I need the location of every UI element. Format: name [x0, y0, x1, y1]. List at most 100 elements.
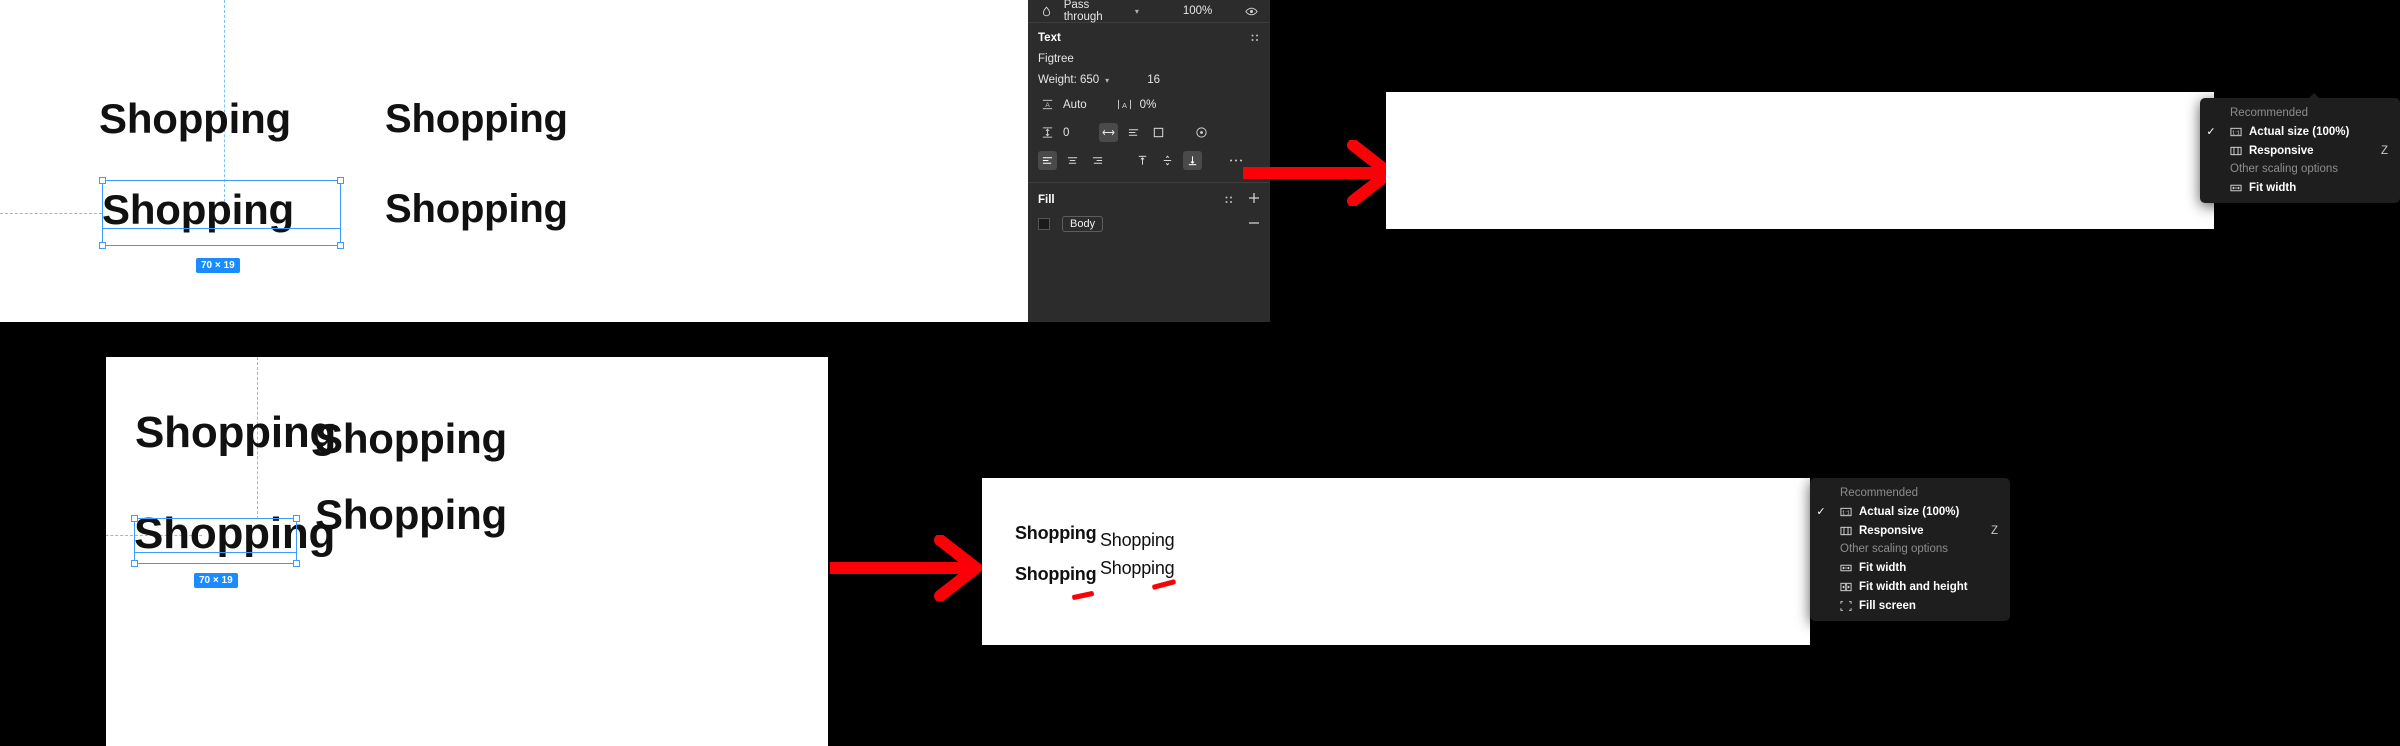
paragraph-spacing-row[interactable]: 0 [1038, 123, 1260, 142]
canvas-text-middle-right[interactable]: Shopping [315, 491, 507, 539]
selection-bounding-box[interactable] [131, 515, 300, 567]
svg-text:1:1: 1:1 [2232, 130, 2240, 136]
resize-handle-top-left[interactable] [131, 515, 138, 522]
font-weight-value[interactable]: Weight: 650 [1038, 74, 1099, 86]
preview-bottom-text-2: Shopping [1100, 530, 1175, 550]
menu-item-label: Responsive [1859, 524, 1924, 537]
menu-item-label: Fit width [1859, 561, 1907, 574]
menu-item-responsive-bottom[interactable]: Responsive Z [1810, 521, 2010, 540]
canvas-text-top-left[interactable]: Shopping [99, 95, 291, 143]
preview-bottom-text-1: Shopping [1015, 523, 1097, 543]
canvas-text-top-right[interactable]: Shopping [315, 415, 507, 463]
screenshot-root: Shopping Shopping Shopping Shopping 70 ×… [0, 0, 2400, 746]
fill-section: Fill Body [1028, 183, 1270, 244]
selection-baseline [103, 228, 340, 229]
menu-item-fit-width-bottom[interactable]: Fit width [1810, 558, 2010, 577]
align-left-icon[interactable] [1038, 151, 1057, 170]
chevron-down-icon-weight[interactable]: ▾ [1105, 76, 1109, 85]
fit-width-height-icon [1839, 580, 1852, 593]
letter-spacing-value[interactable]: 0% [1140, 99, 1157, 111]
selection-dimension-badge: 70 × 19 [196, 258, 240, 273]
remove-fill-icon[interactable] [1248, 217, 1260, 232]
paragraph-spacing-value[interactable]: 0 [1063, 127, 1069, 139]
fill-settings-dots-icon[interactable] [1224, 195, 1234, 205]
fill-style-chip[interactable]: Body [1062, 216, 1104, 232]
resize-handle-top-right[interactable] [293, 515, 300, 522]
text-alignment-row[interactable] [1038, 151, 1260, 170]
chevron-down-icon[interactable]: ▾ [1135, 7, 1139, 16]
menu-item-fit-width-and-height-bottom[interactable]: Fit width and height [1810, 577, 2010, 596]
resize-handle-bottom-right[interactable] [293, 560, 300, 567]
canvas-text-top-right[interactable]: Shopping [385, 97, 568, 142]
resize-auto-width-icon[interactable] [1099, 123, 1119, 142]
font-weight-size-row[interactable]: Weight: 650 ▾ 16 [1038, 74, 1260, 86]
figma-canvas-bottom[interactable]: Shopping Shopping Shopping Shopping 70 ×… [106, 357, 828, 746]
line-height-icon: A [1038, 95, 1057, 114]
actual-size-icon: 1:1 [1839, 505, 1852, 518]
selection-bounding-box[interactable] [99, 177, 344, 249]
line-height-letterspacing-row[interactable]: A Auto A 0% [1038, 95, 1260, 114]
menu-item-shortcut: Z [2380, 144, 2388, 157]
fill-section-header: Fill [1038, 192, 1260, 207]
check-icon: ✓ [2206, 126, 2216, 138]
resize-handle-bottom-left[interactable] [131, 560, 138, 567]
resize-fixed-icon[interactable] [1149, 123, 1168, 142]
align-top-icon[interactable] [1133, 151, 1152, 170]
menu-item-label: Actual size (100%) [2249, 125, 2350, 138]
fit-width-icon [2229, 181, 2242, 194]
red-annotation-mark-1 [1071, 590, 1095, 601]
blend-droplet-icon [1038, 2, 1056, 21]
menu-item-label: Fit width [2249, 181, 2297, 194]
canvas-text-top-left[interactable]: Shopping [135, 408, 336, 458]
scaling-menu-bottom[interactable]: Recommended ✓ 1:1 Actual size (100%) Res… [1810, 478, 2010, 621]
preview-panel-bottom[interactable]: Shopping Shopping Shopping Shopping [982, 478, 1810, 645]
red-arrow-bottom [830, 535, 986, 601]
responsive-icon [2229, 144, 2242, 157]
svg-text:A: A [1122, 101, 1127, 110]
menu-item-fill-screen-bottom[interactable]: Fill screen [1810, 596, 2010, 615]
opacity-value[interactable]: 100% [1183, 5, 1212, 17]
text-section-header: Text [1038, 32, 1260, 44]
preview-panel-top[interactable]: Shopping Shopping Shopping Shopping [1386, 92, 2214, 229]
menu-item-actual-size-top[interactable]: ✓ 1:1 Actual size (100%) [2200, 122, 2400, 141]
blend-mode-row[interactable]: Pass through ▾ 100% [1028, 0, 1270, 23]
preview-bottom-text-3: Shopping [1100, 558, 1175, 578]
text-section: Text Figtree Weight: 650 ▾ 16 A Auto A 0… [1028, 23, 1270, 183]
text-section-title: Text [1038, 32, 1061, 44]
fill-color-swatch[interactable] [1038, 218, 1050, 230]
resize-auto-height-icon[interactable] [1124, 123, 1143, 142]
align-center-icon[interactable] [1063, 151, 1082, 170]
figma-properties-panel[interactable]: Pass through ▾ 100% Text Figtree Weight:… [1028, 0, 1270, 322]
font-size-value[interactable]: 16 [1147, 74, 1160, 86]
align-bottom-icon[interactable] [1183, 151, 1202, 170]
svg-text:1:1: 1:1 [1842, 510, 1850, 516]
blend-mode-value[interactable]: Pass through [1064, 0, 1127, 23]
figma-canvas-top[interactable]: Shopping Shopping Shopping Shopping 70 ×… [0, 0, 1028, 322]
font-family-value[interactable]: Figtree [1038, 53, 1074, 65]
fill-screen-icon [1839, 599, 1852, 612]
menu-item-fit-width-top[interactable]: Fit width [2200, 178, 2400, 197]
canvas-text-bottom-right[interactable]: Shopping [385, 187, 568, 232]
resize-handle-bottom-left[interactable] [99, 242, 106, 249]
align-middle-icon[interactable] [1158, 151, 1177, 170]
menu-item-responsive-top[interactable]: Responsive Z [2200, 141, 2400, 160]
fill-row[interactable]: Body [1038, 216, 1260, 232]
text-type-settings-icon[interactable] [1192, 123, 1211, 142]
fill-section-title: Fill [1038, 193, 1055, 206]
paragraph-spacing-icon [1038, 123, 1057, 142]
visibility-eye-icon[interactable] [1242, 2, 1260, 21]
preview-bottom-text-4: Shopping [1015, 564, 1097, 584]
scaling-menu-top[interactable]: Recommended ✓ 1:1 Actual size (100%) Res… [2200, 93, 2400, 203]
fit-width-icon [1839, 561, 1852, 574]
resize-handle-top-right[interactable] [337, 177, 344, 184]
menu-group-recommended-bottom: Recommended [1840, 487, 1918, 499]
menu-item-label: Fit width and height [1859, 580, 1968, 593]
line-height-value[interactable]: Auto [1063, 99, 1087, 111]
resize-handle-bottom-right[interactable] [337, 242, 344, 249]
menu-item-actual-size-bottom[interactable]: ✓ 1:1 Actual size (100%) [1810, 502, 2010, 521]
align-right-icon[interactable] [1088, 151, 1107, 170]
resize-handle-top-left[interactable] [99, 177, 106, 184]
svg-text:A: A [1045, 102, 1050, 109]
font-family-row[interactable]: Figtree [1038, 53, 1260, 65]
text-settings-dots-icon[interactable] [1250, 33, 1260, 43]
